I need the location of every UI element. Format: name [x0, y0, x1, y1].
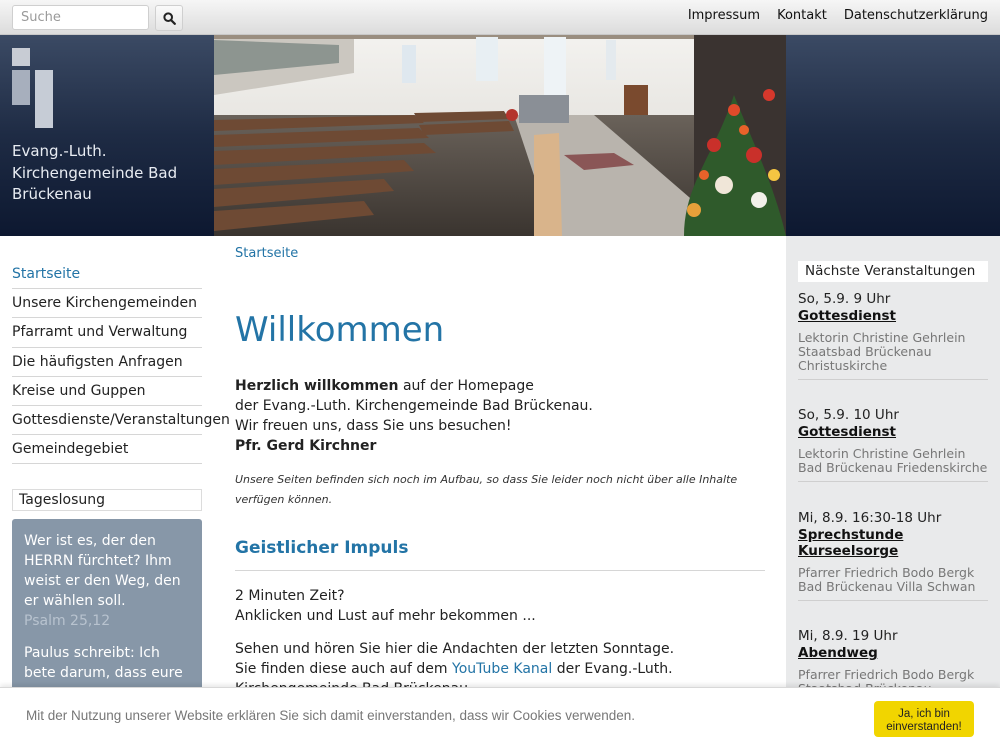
event-place: Bad Brückenau Villa Schwan: [798, 579, 976, 594]
event-person: Lektorin Christine Gehrlein: [798, 330, 966, 345]
nav-item-kirchengemeinden[interactable]: Unsere Kirchengemeinden: [12, 289, 202, 319]
cookie-banner: Mit der Nutzung unserer Website erklären…: [0, 687, 1000, 750]
divider: [235, 570, 765, 571]
intro-bold: Herzlich willkommen: [235, 378, 399, 394]
left-column: Startseite Unsere Kirchengemeinden Pfarr…: [0, 236, 230, 750]
intro-line3: Wir freuen uns, dass Sie uns besuchen!: [235, 418, 512, 434]
top-bar: Impressum Kontakt Datenschutzerklärung: [0, 0, 1000, 35]
event-title-link[interactable]: Sprechstunde Kurseelsorge: [798, 527, 908, 559]
event-person: Pfarrer Friedrich Bodo Bergk: [798, 565, 975, 580]
events-title: Nächste Veranstaltungen: [798, 261, 988, 282]
breadcrumb[interactable]: Startseite: [235, 246, 298, 261]
nav-item-kreise[interactable]: Kreise und Guppen: [12, 377, 202, 406]
event-item: So, 5.9. 9 Uhr Gottesdienst Lektorin Chr…: [798, 291, 988, 380]
nav-item-gemeindegebiet[interactable]: Gemeindegebiet: [12, 435, 202, 465]
tageslosung-verse: Wer ist es, der den HERRN fürchtet? Ihm …: [24, 533, 181, 609]
tageslosung-ref: Psalm 25,12: [24, 613, 111, 629]
event-title-link[interactable]: Gottesdienst: [798, 308, 988, 324]
nav-item-anfragen[interactable]: Die häufigsten Anfragen: [12, 348, 202, 377]
impulse-heading: Geistlicher Impuls: [235, 538, 409, 558]
nav-item-gottesdienste[interactable]: Gottesdienste/Veranstaltungen: [12, 406, 230, 436]
event-person: Pfarrer Friedrich Bodo Bergk: [798, 667, 975, 682]
intro-signature: Pfr. Gerd Kirchner: [235, 438, 377, 454]
intro-text: Herzlich willkommen auf der Homepage der…: [235, 376, 775, 456]
event-title-link[interactable]: Gottesdienst: [798, 424, 988, 440]
datenschutz-link[interactable]: Datenschutzerklärung: [844, 8, 988, 23]
impulse-line4b: der Evang.-Luth.: [552, 661, 673, 677]
event-date: Mi, 8.9. 19 Uhr: [798, 628, 898, 644]
right-column: Nächste Veranstaltungen So, 5.9. 9 Uhr G…: [786, 236, 1000, 750]
event-meta: Pfarrer Friedrich Bodo Bergk Bad Brücken…: [798, 566, 988, 600]
intro-rest: auf der Homepage: [398, 378, 534, 394]
top-links: Impressum Kontakt Datenschutzerklärung: [688, 8, 988, 23]
event-place: Bad Brückenau Friedenskirche: [798, 460, 988, 475]
cookie-accept-button[interactable]: Ja, ich bin einverstanden!: [874, 701, 974, 737]
event-place: Staatsbad Brückenau Christuskirche: [798, 344, 932, 373]
construction-note: Unsere Seiten befinden sich noch im Aufb…: [235, 473, 738, 506]
event-date: Mi, 8.9. 16:30-18 Uhr: [798, 510, 942, 526]
intro-line2: der Evang.-Luth. Kirchengemeinde Bad Brü…: [235, 398, 593, 414]
page-title: Willkommen: [235, 310, 445, 350]
event-title-link[interactable]: Abendweg: [798, 645, 988, 661]
event-date: So, 5.9. 9 Uhr: [798, 291, 891, 307]
impulse-line3: Sehen und hören Sie hier die Andachten d…: [235, 641, 675, 657]
impulse-line4a: Sie finden diese auch auf dem: [235, 661, 452, 677]
search-button[interactable]: [155, 5, 183, 31]
kontakt-link[interactable]: Kontakt: [777, 8, 827, 23]
event-date: So, 5.9. 10 Uhr: [798, 407, 899, 423]
impulse-line1: 2 Minuten Zeit?: [235, 588, 345, 604]
cookie-text: Mit der Nutzung unserer Website erklären…: [26, 708, 636, 723]
banner-image: [214, 35, 786, 236]
nav-item-pfarramt[interactable]: Pfarramt und Verwaltung: [12, 318, 202, 348]
event-meta: Lektorin Christine Gehrlein Staatsbad Br…: [798, 331, 988, 379]
event-item: Mi, 8.9. 16:30-18 Uhr Sprechstunde Kurse…: [798, 510, 988, 601]
tageslosung-title: Tageslosung: [12, 489, 202, 511]
tageslosung-second: Paulus schreibt: Ich bete darum, dass eu…: [24, 645, 183, 681]
impulse-line2: Anklicken und Lust auf mehr bekommen ...: [235, 608, 536, 624]
search-icon: [162, 11, 176, 25]
search-input[interactable]: [12, 5, 149, 30]
logo[interactable]: [12, 48, 54, 128]
site-name: Evang.-Luth. Kirchengemeinde Bad Brücken…: [12, 142, 178, 203]
youtube-link[interactable]: YouTube Kanal: [452, 661, 552, 677]
main-content: Startseite Willkommen Herzlich willkomme…: [214, 236, 786, 750]
nav-item-startseite[interactable]: Startseite: [12, 260, 202, 290]
event-item: So, 5.9. 10 Uhr Gottesdienst Lektorin Ch…: [798, 407, 988, 482]
main-navigation: Startseite Unsere Kirchengemeinden Pfarr…: [12, 260, 230, 465]
impressum-link[interactable]: Impressum: [688, 8, 760, 23]
impulse-teaser: 2 Minuten Zeit? Anklicken und Lust auf m…: [235, 586, 775, 626]
event-meta: Lektorin Christine Gehrlein Bad Brückena…: [798, 447, 988, 481]
event-person: Lektorin Christine Gehrlein: [798, 446, 966, 461]
header: Evang.-Luth. Kirchengemeinde Bad Brücken…: [0, 35, 1000, 236]
